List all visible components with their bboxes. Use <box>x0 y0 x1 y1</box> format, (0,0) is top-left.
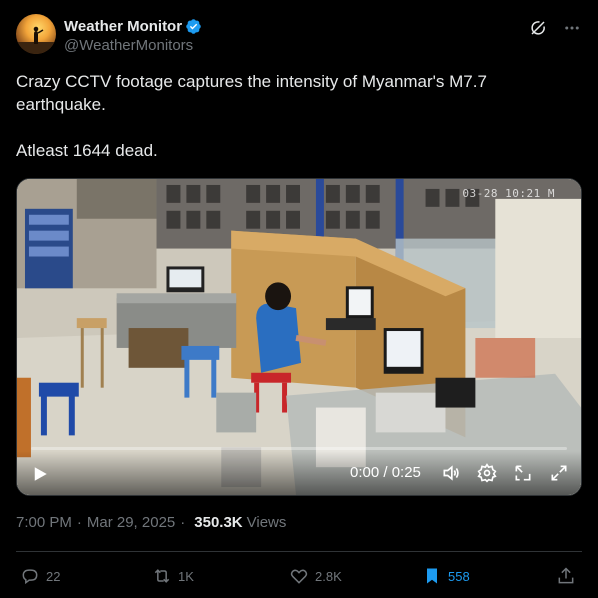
views-label: Views <box>246 514 287 531</box>
repost-count: 1K <box>178 568 194 584</box>
post-text: Crazy CCTV footage captures the intensit… <box>16 70 576 162</box>
bookmark-button[interactable]: 558 <box>422 562 470 590</box>
more-icon[interactable] <box>562 18 582 38</box>
post-text-line: Atleast 1644 dead. <box>16 141 158 160</box>
like-icon <box>290 569 308 584</box>
settings-icon[interactable] <box>477 463 497 483</box>
repost-icon <box>154 569 170 583</box>
fullscreen-icon[interactable] <box>549 463 569 483</box>
bookmark-count: 558 <box>448 568 470 584</box>
divider <box>16 551 582 552</box>
separator-dot: · <box>76 514 82 531</box>
video-player[interactable]: 03-28 10:21 M 0:00 / 0:25 <box>16 178 582 496</box>
separator-dot: · <box>180 514 186 531</box>
bookmark-icon <box>427 568 437 584</box>
post-time[interactable]: 7:00 PM <box>16 514 72 531</box>
post-date[interactable]: Mar 29, 2025 <box>87 514 175 531</box>
post-header: Weather Monitor @WeatherMonitors <box>16 14 582 58</box>
author-handle[interactable]: @WeatherMonitors <box>64 37 193 54</box>
cctv-timestamp: 03-28 10:21 M <box>462 187 555 200</box>
avatar[interactable] <box>16 14 56 54</box>
pip-icon[interactable] <box>513 463 533 483</box>
verified-badge-icon[interactable] <box>185 18 202 35</box>
views-count: 350.3K <box>194 514 243 531</box>
author-name[interactable]: Weather Monitor <box>64 18 182 35</box>
avatar-silhouette-icon <box>16 26 56 54</box>
reply-button[interactable]: 22 <box>20 562 60 590</box>
volume-icon[interactable] <box>441 463 461 483</box>
grok-icon[interactable] <box>528 18 548 38</box>
like-button[interactable]: 2.8K <box>289 562 342 590</box>
header-actions <box>528 18 582 38</box>
post-meta: 7:00 PM · Mar 29, 2025 · 350.3K Views <box>16 514 286 531</box>
share-icon <box>558 567 574 584</box>
share-button[interactable] <box>556 562 576 590</box>
action-bar: 22 1K 2.8K 558 <box>16 562 582 590</box>
repost-button[interactable]: 1K <box>152 562 194 590</box>
video-time: 0:00 / 0:25 <box>350 464 421 481</box>
reply-icon <box>22 569 38 585</box>
author-name-row: Weather Monitor <box>64 16 202 36</box>
like-count: 2.8K <box>315 568 342 584</box>
reply-count: 22 <box>46 568 61 584</box>
post-text-line: Crazy CCTV footage captures the intensit… <box>16 72 487 114</box>
video-progress-bar[interactable] <box>31 447 567 450</box>
play-icon[interactable] <box>31 465 49 483</box>
